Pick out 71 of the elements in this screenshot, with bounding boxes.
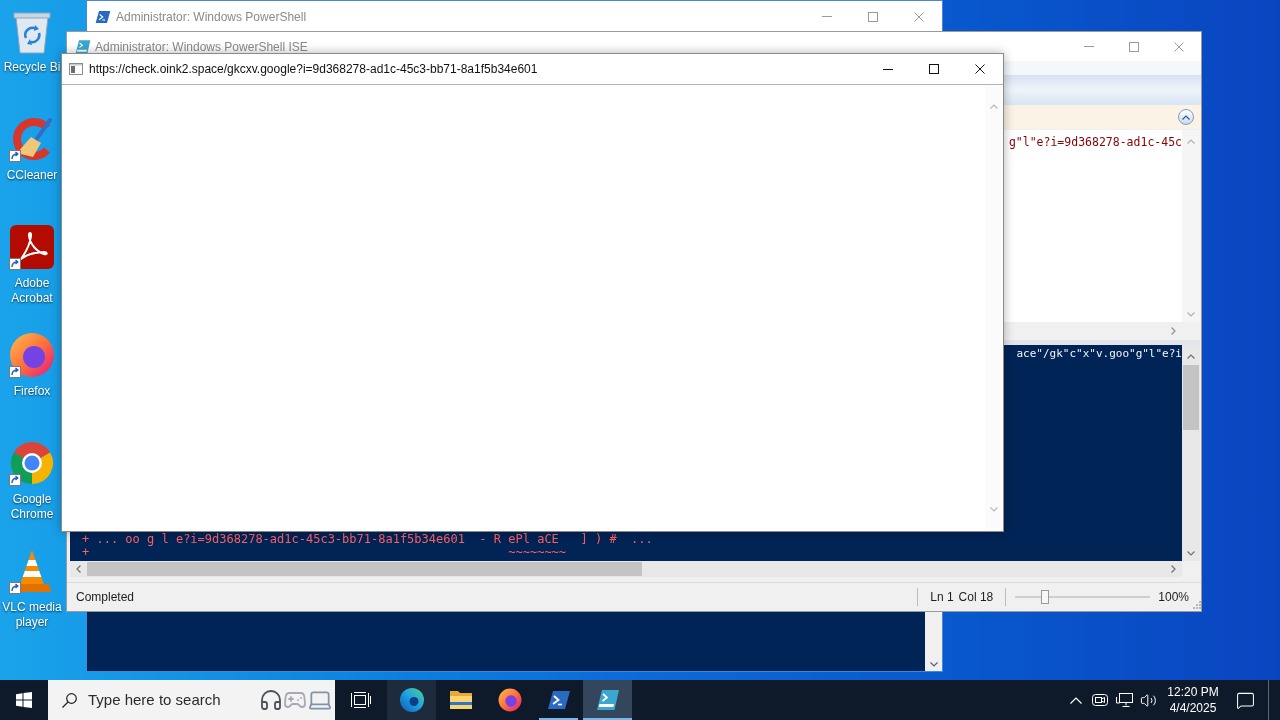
terminal-icon: [95, 8, 111, 25]
taskbar-app-button[interactable]: [387, 680, 436, 720]
collapse-button[interactable]: [1178, 109, 1194, 125]
minimize-icon: [883, 68, 893, 70]
page-icon: [69, 63, 83, 75]
chevron-up-icon: [1070, 696, 1082, 704]
swirl-tile-icon[interactable]: [9, 224, 55, 270]
search-bar[interactable]: Type here to search: [48, 680, 335, 720]
window-title: Administrator: Windows PowerShell: [116, 8, 307, 26]
orb-icon[interactable]: [9, 332, 55, 378]
desktop-icon-label: Google Chrome: [9, 492, 55, 522]
scrollbar[interactable]: [1182, 130, 1200, 322]
maximize-icon: [1128, 41, 1139, 52]
scrollbar[interactable]: [985, 85, 1002, 531]
chevron-down-icon: [989, 507, 998, 512]
console-error-line: + ... oo g l e?i=9d368278-ad1c-45c3-bb71-8a1f5b34e601 - R ePl aCE ] ) # ...: [82, 533, 653, 546]
headphones-icon: [259, 688, 283, 712]
clock-button[interactable]: 12:20 PM 4/4/2025: [1160, 680, 1226, 720]
message-icon: [1235, 690, 1255, 710]
console-output-line: ace"/gk"c"x"v.goo"g"l"e?i: [1016, 347, 1182, 361]
chevron-left-icon: [76, 565, 81, 573]
desktop-icon-label: VLC media player: [1, 600, 63, 630]
chevron-up-icon: [989, 104, 998, 109]
chevron-up-icon: [1182, 114, 1190, 120]
windows-icon: [16, 692, 32, 708]
console-error-line: + ~~~~~~~~: [82, 546, 567, 559]
network-icon: [1115, 692, 1133, 708]
maximize-icon: [929, 64, 939, 74]
maximize-icon: [868, 11, 878, 22]
scrollbar[interactable]: [70, 561, 1182, 577]
resize-grip-icon[interactable]: [1192, 600, 1201, 609]
slider-thumb[interactable]: [1040, 590, 1049, 604]
status-text: Completed: [76, 589, 135, 606]
chevron-up-icon: [1187, 139, 1195, 144]
desktop-icon-label: CCleaner: [6, 168, 58, 183]
chevron-down-icon: [929, 662, 938, 667]
scrollbar-thumb[interactable]: [1183, 365, 1199, 430]
desktop-icon-label: Adobe Acrobat: [10, 276, 54, 306]
chevron-right-icon: [1171, 327, 1176, 335]
search-icon: [62, 692, 77, 708]
window-title: https://check.oink2.space/gkcxv.google?i=9d368278-ad1c-45c3-bb71-8a1f5b34e601: [89, 61, 538, 78]
chevron-down-icon: [1187, 551, 1195, 556]
task-view-icon: [351, 692, 371, 708]
minimize-icon: [822, 16, 832, 17]
zoom-percent: 100%: [1158, 589, 1189, 606]
taskbar-app-button[interactable]: [583, 680, 632, 720]
script-code-line: g"l"e?i=9d368278-ad1c-45c: [1008, 135, 1182, 149]
column-number: Col 18: [958, 589, 994, 606]
desktop-icon-label: Recycle Bi: [3, 60, 61, 75]
scrollbar-thumb[interactable]: [87, 562, 642, 576]
folder-icon: [448, 690, 473, 710]
chevron-up-icon: [1187, 354, 1195, 359]
aperture-icon[interactable]: [9, 440, 55, 486]
scrollbar[interactable]: [1182, 345, 1200, 561]
chevron-down-icon: [1187, 312, 1195, 317]
minimize-icon: [1083, 46, 1094, 47]
zoom-slider[interactable]: [1015, 590, 1151, 604]
volume-icon: [1139, 691, 1157, 709]
desktop-icon-label: Firefox: [13, 384, 51, 399]
line-number: Ln 1: [930, 589, 954, 606]
camera-icon: [1092, 692, 1108, 708]
close-icon: [975, 64, 985, 74]
terminal-editor-icon: [595, 688, 620, 712]
close-icon: [914, 11, 924, 22]
terminal-icon: [546, 688, 571, 712]
chevron-right-icon: [1171, 565, 1176, 573]
close-icon: [1173, 41, 1184, 52]
orb-icon: [497, 688, 522, 712]
orb-icon: [399, 688, 424, 712]
search-field[interactable]: Type here to search: [88, 688, 238, 712]
window-title: Administrator: Windows PowerShell ISE: [95, 38, 308, 56]
